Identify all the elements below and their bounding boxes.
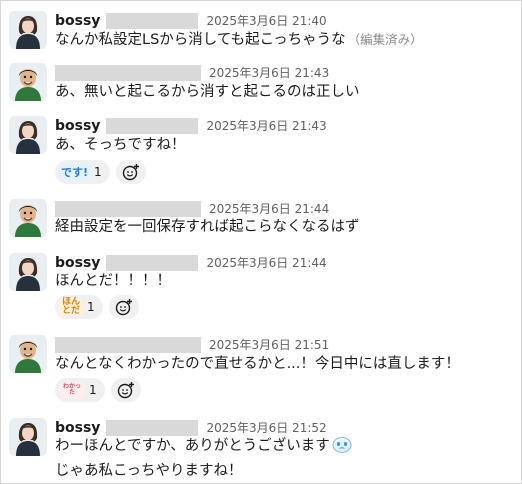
- reactions-bar: ほんとだ 1: [55, 295, 139, 319]
- reactions-bar: です! 1: [55, 160, 146, 184]
- avatar[interactable]: [9, 11, 47, 49]
- message-header: 2025年3月6日 21:51: [55, 334, 329, 353]
- timestamp[interactable]: 2025年3月6日 21:44: [209, 202, 329, 216]
- woman-avatar-icon: [9, 418, 47, 456]
- reactions-bar: わかった 1: [55, 378, 141, 402]
- redacted-name: [55, 64, 201, 81]
- reaction-count: 1: [94, 165, 102, 179]
- timestamp[interactable]: 2025年3月6日 21:40: [206, 14, 326, 28]
- add-reaction-button[interactable]: [108, 295, 139, 319]
- author-name[interactable]: bossy: [55, 255, 100, 271]
- author-name[interactable]: bossy: [55, 420, 100, 436]
- timestamp[interactable]: 2025年3月6日 21:43: [209, 66, 329, 80]
- man-avatar-icon: [9, 63, 47, 101]
- avatar[interactable]: [9, 418, 47, 456]
- message-text: なんか私設定LSから消しても起こっちゃうな （編集済み）: [55, 29, 513, 51]
- message-line: ほんとだ！！！！: [55, 273, 171, 289]
- message-line: じゃあ私こっちやりますね！: [55, 463, 243, 479]
- message: bossy 2025年3月6日 21:40 なんか私設定LSから消しても起こっちゃ…: [1, 1, 521, 53]
- message-line: なんとなくわかったので直せるかと...！今日中には直します！: [55, 356, 460, 372]
- avatar[interactable]: [9, 335, 47, 373]
- message: bossy 2025年3月6日 21:44 ほんとだ！！！！ ほんとだ 1: [1, 245, 521, 325]
- message-text: ほんとだ！！！！: [55, 270, 513, 292]
- message-line: 経由設定を一回保存すれば起こらなくなるはず: [55, 219, 360, 235]
- message-header: bossy 2025年3月6日 21:43: [55, 115, 327, 134]
- author-name[interactable]: bossy: [55, 13, 100, 29]
- woman-avatar-icon: [9, 253, 47, 291]
- woman-avatar-icon: [9, 116, 47, 154]
- hontoda-stamp-icon: ほんとだ: [59, 298, 83, 316]
- timestamp[interactable]: 2025年3月6日 21:52: [206, 421, 326, 435]
- message-header: bossy 2025年3月6日 21:44: [55, 252, 327, 271]
- avatar[interactable]: [9, 253, 47, 291]
- message-text: あ、無いと起こるから消すと起こるのは正しい: [55, 81, 513, 103]
- add-reaction-button[interactable]: [110, 378, 141, 402]
- add-reaction-icon: [122, 164, 139, 181]
- message-header: 2025年3月6日 21:43: [55, 62, 329, 81]
- reaction-pill[interactable]: ほんとだ 1: [55, 295, 103, 319]
- redacted-name: [55, 336, 201, 353]
- message-text: わーほんとですか、ありがとうございます じゃあ私こっちやりますね！: [55, 435, 513, 482]
- message-header: 2025年3月6日 21:44: [55, 198, 329, 217]
- message-header: bossy 2025年3月6日 21:40: [55, 10, 327, 29]
- avatar[interactable]: [9, 199, 47, 237]
- desu-stamp-icon: です!: [59, 164, 91, 180]
- reaction-pill[interactable]: わかった 1: [55, 378, 105, 402]
- reaction-count: 1: [87, 300, 95, 314]
- message: bossy 2025年3月6日 21:43 あ、そっちですね！ です! 1: [1, 107, 521, 187]
- man-avatar-icon: [9, 199, 47, 237]
- message-line: わーほんとですか、ありがとうございます: [55, 438, 330, 454]
- avatar[interactable]: [9, 116, 47, 154]
- add-reaction-icon: [115, 299, 132, 316]
- message-text: あ、そっちですね！: [55, 134, 513, 156]
- avatar[interactable]: [9, 63, 47, 101]
- man-avatar-icon: [9, 335, 47, 373]
- timestamp[interactable]: 2025年3月6日 21:44: [206, 256, 326, 270]
- add-reaction-button[interactable]: [115, 160, 146, 184]
- message-header: bossy 2025年3月6日 21:52: [55, 417, 327, 436]
- wakatta-stamp-icon: わかった: [59, 382, 85, 398]
- author-name[interactable]: bossy: [55, 118, 100, 134]
- message-text: 経由設定を一回保存すれば起こらなくなるはず: [55, 216, 513, 238]
- timestamp[interactable]: 2025年3月6日 21:51: [209, 338, 329, 352]
- message-line: あ、無いと起こるから消すと起こるのは正しい: [55, 84, 360, 100]
- redacted-name: [106, 117, 199, 134]
- woman-avatar-icon: [9, 11, 47, 49]
- edited-label: （編集済み）: [347, 32, 423, 47]
- redacted-name: [55, 200, 201, 217]
- redacted-name: [106, 12, 199, 29]
- timestamp[interactable]: 2025年3月6日 21:43: [206, 119, 326, 133]
- message: bossy 2025年3月6日 21:52 わーほんとですか、ありがとうございます…: [1, 409, 521, 483]
- message-line: なんか私設定LSから消しても起こっちゃうな: [55, 32, 346, 48]
- message-text: なんとなくわかったので直せるかと...！今日中には直します！: [55, 353, 513, 375]
- add-reaction-icon: [117, 382, 134, 399]
- reaction-pill[interactable]: です! 1: [55, 160, 110, 184]
- message: 2025年3月6日 21:44 経由設定を一回保存すれば起こらなくなるはず: [1, 191, 521, 243]
- message: 2025年3月6日 21:51 なんとなくわかったので直せるかと...！今日中に…: [1, 327, 521, 407]
- redacted-name: [106, 254, 199, 271]
- reaction-count: 1: [89, 383, 97, 397]
- slack-thread: bossy 2025年3月6日 21:40 なんか私設定LSから消しても起こっちゃ…: [0, 0, 522, 484]
- teary-face-icon: [332, 435, 352, 460]
- redacted-name: [106, 419, 199, 436]
- message: 2025年3月6日 21:43 あ、無いと起こるから消すと起こるのは正しい: [1, 53, 521, 105]
- message-line: あ、そっちですね！: [55, 137, 186, 153]
